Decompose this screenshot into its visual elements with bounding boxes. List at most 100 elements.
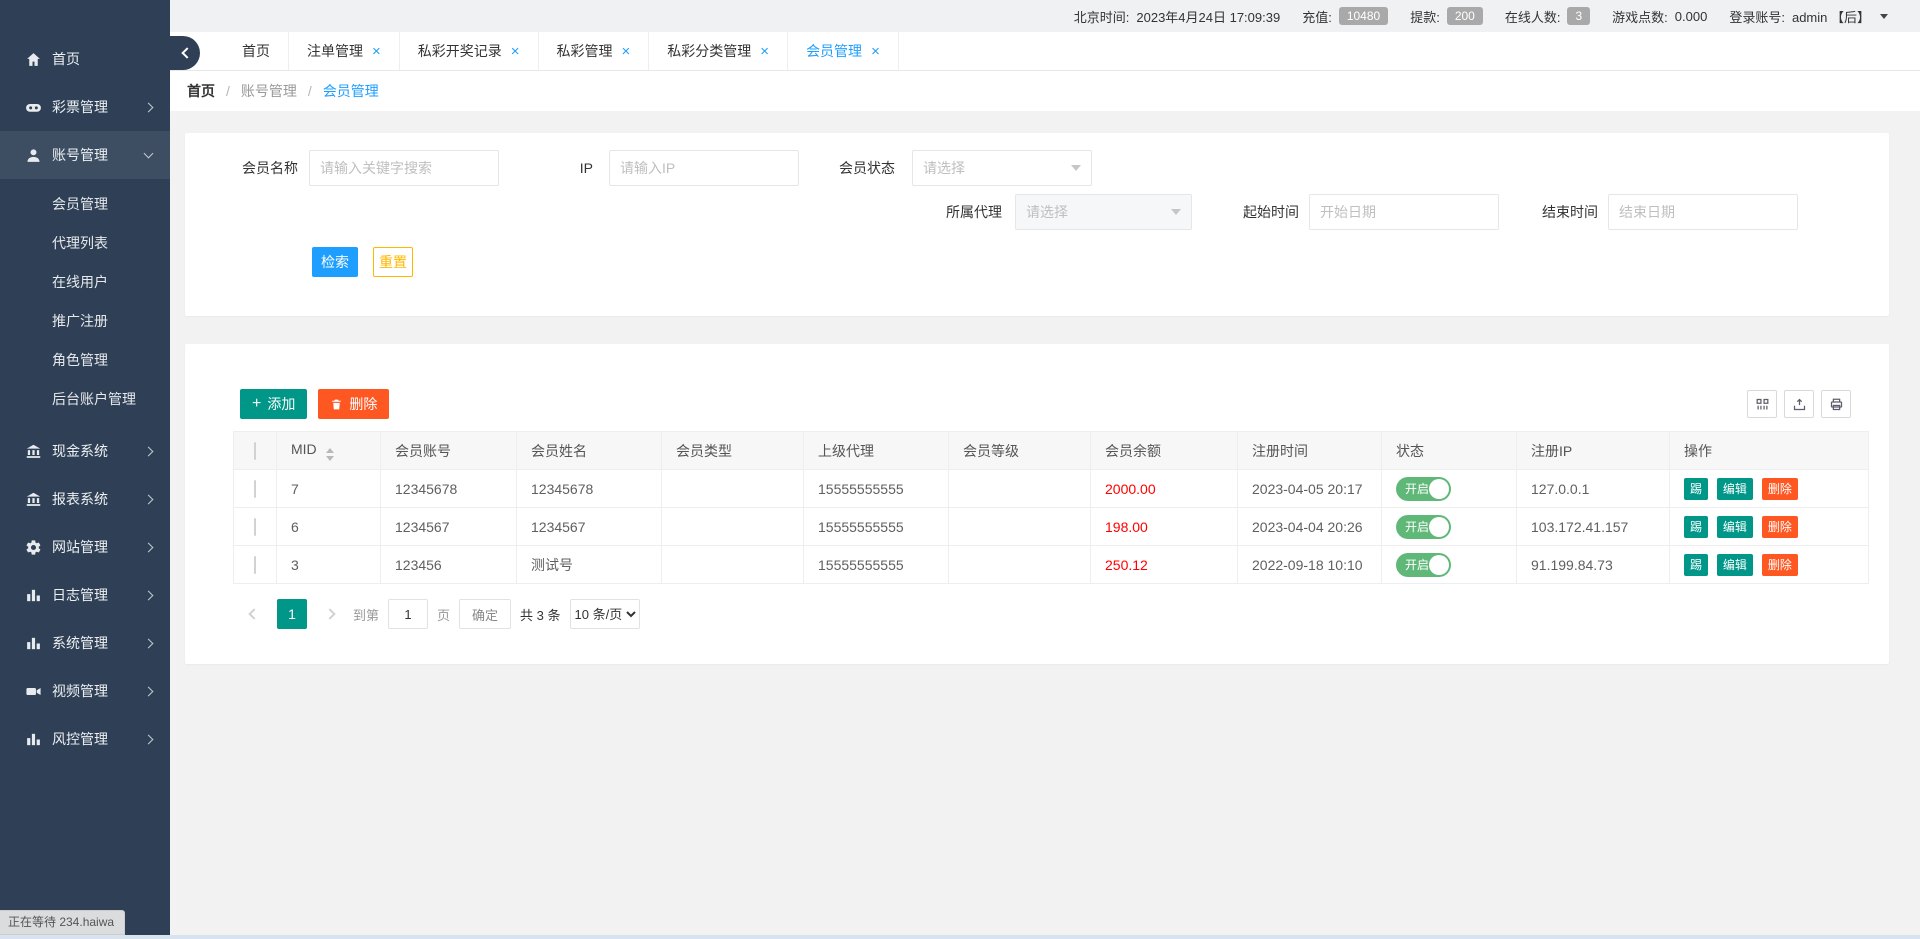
close-icon[interactable]: × [871, 44, 880, 59]
row-checkbox[interactable] [254, 480, 256, 498]
cell-mid: 3 [277, 546, 381, 584]
cell-account: 12345678 [381, 470, 517, 508]
sidebar-collapse-button[interactable] [170, 36, 200, 70]
time-value: 2023年4月24日 17:09:39 [1136, 7, 1280, 26]
tab-lottery-category[interactable]: 私彩分类管理 × [649, 32, 788, 70]
delete-button[interactable]: 删除 [1762, 554, 1798, 576]
cell-ip: 127.0.0.1 [1517, 470, 1670, 508]
tab-label: 私彩开奖记录 [418, 41, 502, 61]
filter-columns-button[interactable] [1747, 390, 1777, 418]
withdraw-label: 提款: [1410, 7, 1440, 26]
page-unit-label: 页 [437, 605, 450, 624]
goto-page-input[interactable] [388, 599, 428, 629]
kick-button[interactable]: 踢 [1684, 516, 1708, 538]
breadcrumb-home[interactable]: 首页 [187, 81, 215, 101]
status-toggle[interactable]: 开启 [1396, 477, 1451, 501]
batch-delete-button[interactable]: 删除 [318, 389, 389, 419]
start-time-label: 起始时间 [1243, 202, 1309, 222]
column-header-name: 会员姓名 [517, 432, 662, 470]
select-all-checkbox[interactable] [254, 442, 256, 460]
cell-balance: 198.00 [1091, 508, 1238, 546]
tab-label: 会员管理 [806, 41, 862, 61]
sidebar-item-system[interactable]: 系统管理 [0, 619, 170, 667]
sidebar-item-logs[interactable]: 日志管理 [0, 571, 170, 619]
add-button[interactable]: + 添加 [240, 389, 307, 419]
accounts-submenu: 会员管理 代理列表 在线用户 推广注册 角色管理 后台账户管理 [0, 179, 170, 427]
sidebar-item-reports[interactable]: 报表系统 [0, 475, 170, 523]
horizontal-scrollbar[interactable] [0, 935, 1920, 939]
cell-regtime: 2023-04-04 20:26 [1238, 508, 1382, 546]
sidebar-item-website[interactable]: 网站管理 [0, 523, 170, 571]
sidebar-subitem-agents[interactable]: 代理列表 [0, 224, 170, 263]
kick-button[interactable]: 踢 [1684, 478, 1708, 500]
tab-bet-orders[interactable]: 注单管理 × [289, 32, 400, 70]
table-row: 3 123456 测试号 15555555555 250.12 2022-09-… [234, 546, 1869, 584]
sidebar-item-label: 系统管理 [52, 633, 145, 653]
status-toggle[interactable]: 开启 [1396, 553, 1451, 577]
close-icon[interactable]: × [622, 44, 631, 59]
sidebar-item-home[interactable]: 首页 [0, 35, 170, 83]
bar-chart-icon [25, 731, 42, 748]
sidebar-item-cash[interactable]: 现金系统 [0, 427, 170, 475]
sidebar-subitem-promo-register[interactable]: 推广注册 [0, 302, 170, 341]
export-button[interactable] [1784, 390, 1814, 418]
sidebar-item-risk[interactable]: 风控管理 [0, 715, 170, 763]
member-name-input[interactable] [309, 150, 499, 186]
row-checkbox[interactable] [254, 556, 256, 574]
delete-button[interactable]: 删除 [1762, 478, 1798, 500]
sidebar-subitem-online-users[interactable]: 在线用户 [0, 263, 170, 302]
next-page-button[interactable] [316, 599, 344, 629]
columns-icon [1755, 397, 1770, 412]
account-label: 登录账号: [1729, 7, 1785, 26]
account-dropdown[interactable]: 登录账号: admin 【后】 [1729, 7, 1888, 26]
close-icon[interactable]: × [511, 44, 520, 59]
edit-button[interactable]: 编辑 [1717, 478, 1753, 500]
edit-button[interactable]: 编辑 [1717, 554, 1753, 576]
delete-button[interactable]: 删除 [1762, 516, 1798, 538]
column-header-actions: 操作 [1670, 432, 1869, 470]
close-icon[interactable]: × [372, 44, 381, 59]
row-checkbox[interactable] [254, 518, 256, 536]
member-name-label: 会员名称 [240, 158, 309, 178]
chevron-right-icon [144, 542, 154, 552]
table-row: 7 12345678 12345678 15555555555 2000.00 … [234, 470, 1869, 508]
sidebar-item-label: 账号管理 [52, 145, 145, 165]
breadcrumb-accounts[interactable]: 账号管理 [241, 81, 297, 101]
sidebar-item-accounts[interactable]: 账号管理 [0, 131, 170, 179]
member-status-select[interactable]: 请选择 [912, 150, 1092, 186]
prev-page-button[interactable] [240, 599, 268, 629]
sidebar-item-label: 风控管理 [52, 729, 145, 749]
tab-lottery-manage[interactable]: 私彩管理 × [539, 32, 650, 70]
tab-members[interactable]: 会员管理 × [788, 32, 899, 70]
sort-icon[interactable] [326, 448, 334, 461]
chevron-right-icon [144, 494, 154, 504]
column-header-label: MID [291, 441, 317, 457]
tab-home[interactable]: 首页 [224, 32, 289, 70]
browser-status-bubble: 正在等待 234.haiwa [0, 910, 125, 935]
start-date-input[interactable] [1309, 194, 1499, 230]
search-button[interactable]: 检索 [312, 247, 358, 277]
kick-button[interactable]: 踢 [1684, 554, 1708, 576]
cell-account: 123456 [381, 546, 517, 584]
current-page-button[interactable]: 1 [277, 599, 307, 629]
print-button[interactable] [1821, 390, 1851, 418]
gear-icon [25, 539, 42, 556]
end-date-input[interactable] [1608, 194, 1798, 230]
status-toggle[interactable]: 开启 [1396, 515, 1451, 539]
chevron-right-icon [144, 734, 154, 744]
close-icon[interactable]: × [760, 44, 769, 59]
confirm-page-button[interactable]: 确定 [459, 599, 511, 629]
page-size-select[interactable]: 10 条/页 [570, 599, 640, 629]
sidebar-item-video[interactable]: 视频管理 [0, 667, 170, 715]
sidebar-subitem-backend-accounts[interactable]: 后台账户管理 [0, 380, 170, 419]
edit-button[interactable]: 编辑 [1717, 516, 1753, 538]
sidebar-subitem-roles[interactable]: 角色管理 [0, 341, 170, 380]
reset-button[interactable]: 重置 [373, 247, 413, 277]
toggle-knob-icon [1429, 555, 1449, 575]
agent-select[interactable]: 请选择 [1015, 194, 1192, 230]
end-time-field-group: 结束时间 [1542, 194, 1798, 230]
sidebar-item-lottery[interactable]: 彩票管理 [0, 83, 170, 131]
tab-lottery-draw-records[interactable]: 私彩开奖记录 × [400, 32, 539, 70]
sidebar-subitem-members[interactable]: 会员管理 [0, 185, 170, 224]
ip-input[interactable] [609, 150, 799, 186]
